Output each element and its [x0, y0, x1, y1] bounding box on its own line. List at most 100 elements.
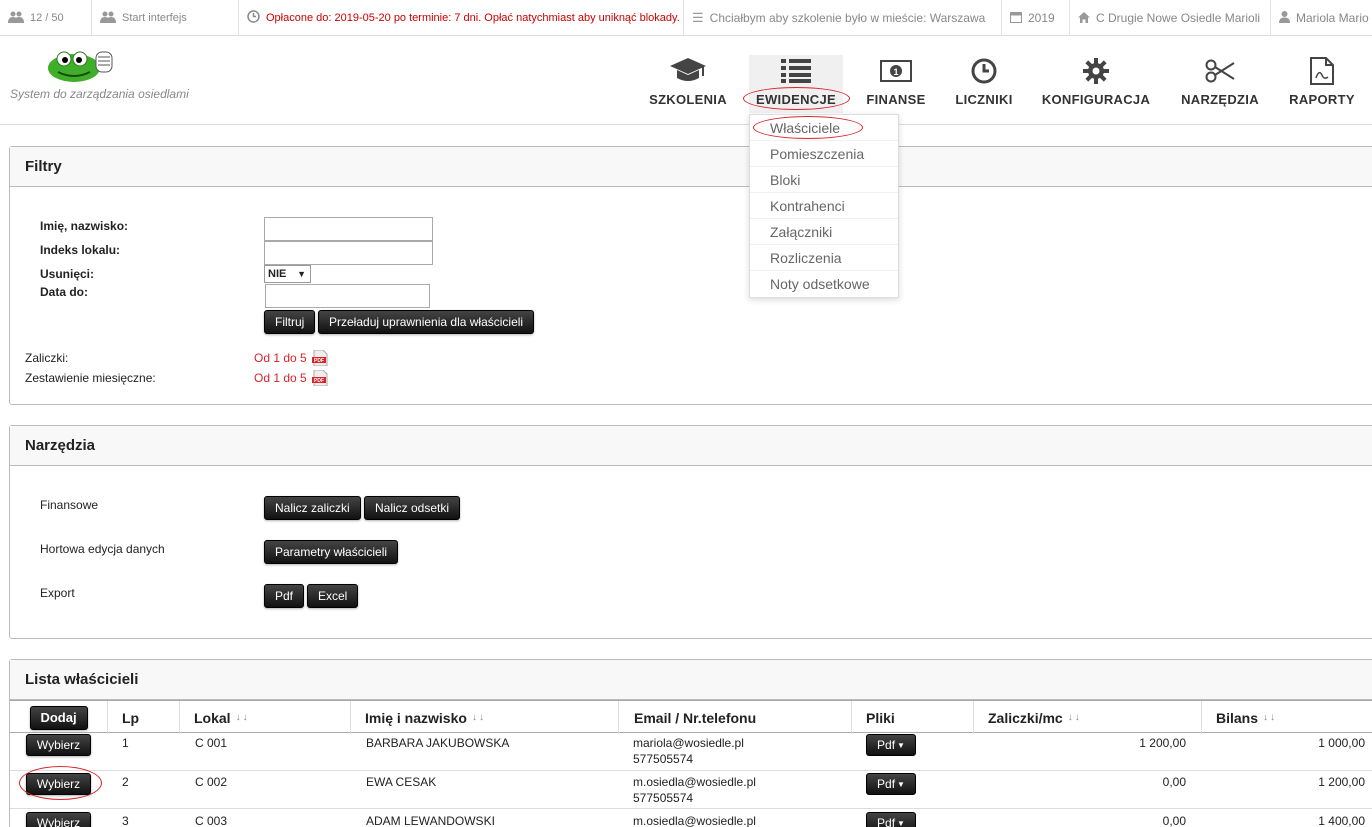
- advances-label: Zaliczki:: [25, 351, 69, 365]
- row-lp: 1: [122, 736, 129, 750]
- svg-text:1: 1: [893, 67, 898, 77]
- pdf-dropdown-button[interactable]: Pdf ▼: [866, 773, 916, 795]
- menu-raporty[interactable]: RAPORTY: [1283, 56, 1361, 107]
- sort-icon[interactable]: ↓↓: [472, 712, 486, 723]
- calc-advances-button[interactable]: Nalicz zaliczki: [264, 496, 361, 520]
- svg-text:PDF: PDF: [314, 378, 324, 384]
- export-label: Export: [40, 586, 75, 600]
- row-lokal: C 001: [195, 736, 228, 750]
- row-email: m.osiedla@wosiedle.pl: [633, 814, 756, 827]
- graduation-cap-icon: [668, 56, 708, 86]
- dropdown-item-bloki[interactable]: Bloki: [750, 167, 898, 193]
- start-interface[interactable]: Start interfejs: [92, 0, 239, 36]
- pdf-icon[interactable]: PDF: [312, 350, 328, 366]
- dropdown-item-pomieszczenia[interactable]: Pomieszczenia: [750, 141, 898, 167]
- user-icon: [1279, 10, 1290, 26]
- calendar-icon: [1010, 11, 1022, 26]
- menu-konfiguracja[interactable]: KONFIGURACJA: [1036, 56, 1156, 107]
- bulk-edit-label: Hortowa edycja danych: [40, 542, 165, 556]
- col-files[interactable]: Pliki: [851, 701, 973, 734]
- row-lp: 2: [122, 775, 129, 789]
- row-advances: 0,00: [1162, 775, 1186, 789]
- reload-permissions-button[interactable]: Przeładuj uprawnienia dla właścicieli: [318, 310, 535, 334]
- finance-label: Finansowe: [40, 498, 99, 512]
- row-name: EWA CESAK: [366, 775, 437, 789]
- pdf-dropdown-button[interactable]: Pdf ▼: [866, 812, 916, 827]
- row-phone: 577505574: [633, 752, 694, 766]
- clock-icon: [247, 10, 260, 26]
- money-icon: 1: [876, 56, 916, 86]
- date-input[interactable]: [265, 284, 430, 308]
- deleted-select[interactable]: NIE ▼: [264, 265, 311, 283]
- export-pdf-button[interactable]: Pdf: [264, 584, 305, 608]
- select-button[interactable]: Wybierz: [26, 812, 91, 827]
- gear-icon: [1076, 56, 1116, 86]
- select-button[interactable]: Wybierz: [26, 734, 91, 756]
- col-advances[interactable]: Zaliczki/mc ↓↓: [973, 701, 1201, 734]
- menu-finanse[interactable]: 1 FINANSE: [862, 56, 930, 107]
- index-input[interactable]: [264, 241, 433, 265]
- deleted-label: Usunięci:: [40, 267, 95, 281]
- estate-selector[interactable]: C Drugie Nowe Osiedle Marioli: [1070, 0, 1271, 36]
- caret-down-icon: ▼: [897, 779, 905, 789]
- row-balance: 1 400,00: [1318, 814, 1365, 827]
- name-input[interactable]: [264, 217, 433, 241]
- menu-szkolenia[interactable]: SZKOLENIA: [644, 56, 732, 107]
- pdf-document-icon: [1302, 56, 1342, 86]
- payment-notice[interactable]: Opłacone do: 2019-05-20 po terminie: 7 d…: [239, 0, 684, 36]
- ewidencje-dropdown: Właściciele Pomieszczenia Bloki Kontrahe…: [749, 114, 899, 298]
- caret-down-icon: ▼: [897, 818, 905, 827]
- monthly-link[interactable]: Od 1 do 5: [254, 371, 307, 385]
- ewidencje-highlight: [743, 87, 850, 110]
- export-excel-button[interactable]: Excel: [307, 584, 359, 608]
- row-advances: 0,00: [1162, 814, 1186, 827]
- row-balance: 1 000,00: [1318, 736, 1365, 750]
- dropdown-item-zalaczniki[interactable]: Załączniki: [750, 219, 898, 245]
- dropdown-item-rozliczenia[interactable]: Rozliczenia: [750, 245, 898, 271]
- row-email: m.osiedla@wosiedle.pl: [633, 775, 756, 789]
- row-lp: 3: [122, 814, 129, 827]
- col-name[interactable]: Imię i nazwisko ↓↓: [350, 701, 618, 734]
- chevron-down-icon: ▼: [297, 269, 306, 279]
- list-icon: ☰: [692, 10, 704, 25]
- monthly-label: Zestawienie miesięczne:: [25, 371, 156, 385]
- col-lokal[interactable]: Lokal ↓↓: [179, 701, 350, 734]
- home-icon: [1078, 11, 1090, 26]
- scissors-icon: [1200, 56, 1240, 86]
- row-email: mariola@wosiedle.pl: [633, 736, 744, 750]
- pdf-icon[interactable]: PDF: [312, 370, 328, 386]
- col-email[interactable]: Email / Nr.telefonu: [618, 701, 851, 734]
- group-icon: [100, 11, 116, 26]
- frog-logo-icon: [48, 51, 113, 82]
- calc-interest-button[interactable]: Nalicz odsetki: [364, 496, 461, 520]
- col-balance[interactable]: Bilans ↓↓: [1201, 701, 1372, 734]
- sort-icon[interactable]: ↓↓: [1263, 712, 1277, 723]
- row-phone: 577505574: [633, 791, 694, 805]
- row-name: BARBARA JAKUBOWSKA: [366, 736, 510, 750]
- users-icon: [8, 11, 24, 26]
- users-count[interactable]: 12 / 50: [0, 0, 92, 36]
- sort-icon[interactable]: ↓↓: [236, 712, 250, 723]
- caret-down-icon: ▼: [897, 740, 905, 750]
- row-advances: 1 200,00: [1139, 736, 1186, 750]
- owner-params-button[interactable]: Parametry właścicieli: [264, 540, 399, 564]
- filter-button[interactable]: Filtruj: [264, 310, 316, 334]
- logo[interactable]: System do zarządzania osiedlami: [10, 44, 210, 104]
- col-lp[interactable]: Lp: [107, 701, 179, 734]
- filters-title: Filtry: [10, 147, 1372, 187]
- index-label: Indeks lokalu:: [40, 243, 121, 257]
- training-city[interactable]: ☰ Chciałbym aby szkolenie było w mieście…: [684, 0, 1002, 36]
- advances-link[interactable]: Od 1 do 5: [254, 351, 307, 365]
- top-bar: 12 / 50 Start interfejs Opłacone do: 201…: [0, 0, 1372, 36]
- sort-icon[interactable]: ↓↓: [1068, 712, 1082, 723]
- menu-narzedzia[interactable]: NARZĘDZIA: [1176, 56, 1264, 107]
- dropdown-item-kontrahenci[interactable]: Kontrahenci: [750, 193, 898, 219]
- pdf-dropdown-button[interactable]: Pdf ▼: [866, 734, 916, 756]
- user-menu[interactable]: Mariola Mario: [1271, 0, 1372, 36]
- menu-liczniki[interactable]: LICZNIKI: [951, 56, 1017, 107]
- dropdown-item-noty-odsetkowe[interactable]: Noty odsetkowe: [750, 271, 898, 297]
- year-selector[interactable]: 2019: [1002, 0, 1070, 36]
- date-label: Data do:: [40, 285, 88, 299]
- add-button[interactable]: Dodaj: [29, 705, 88, 730]
- svg-text:PDF: PDF: [314, 358, 324, 364]
